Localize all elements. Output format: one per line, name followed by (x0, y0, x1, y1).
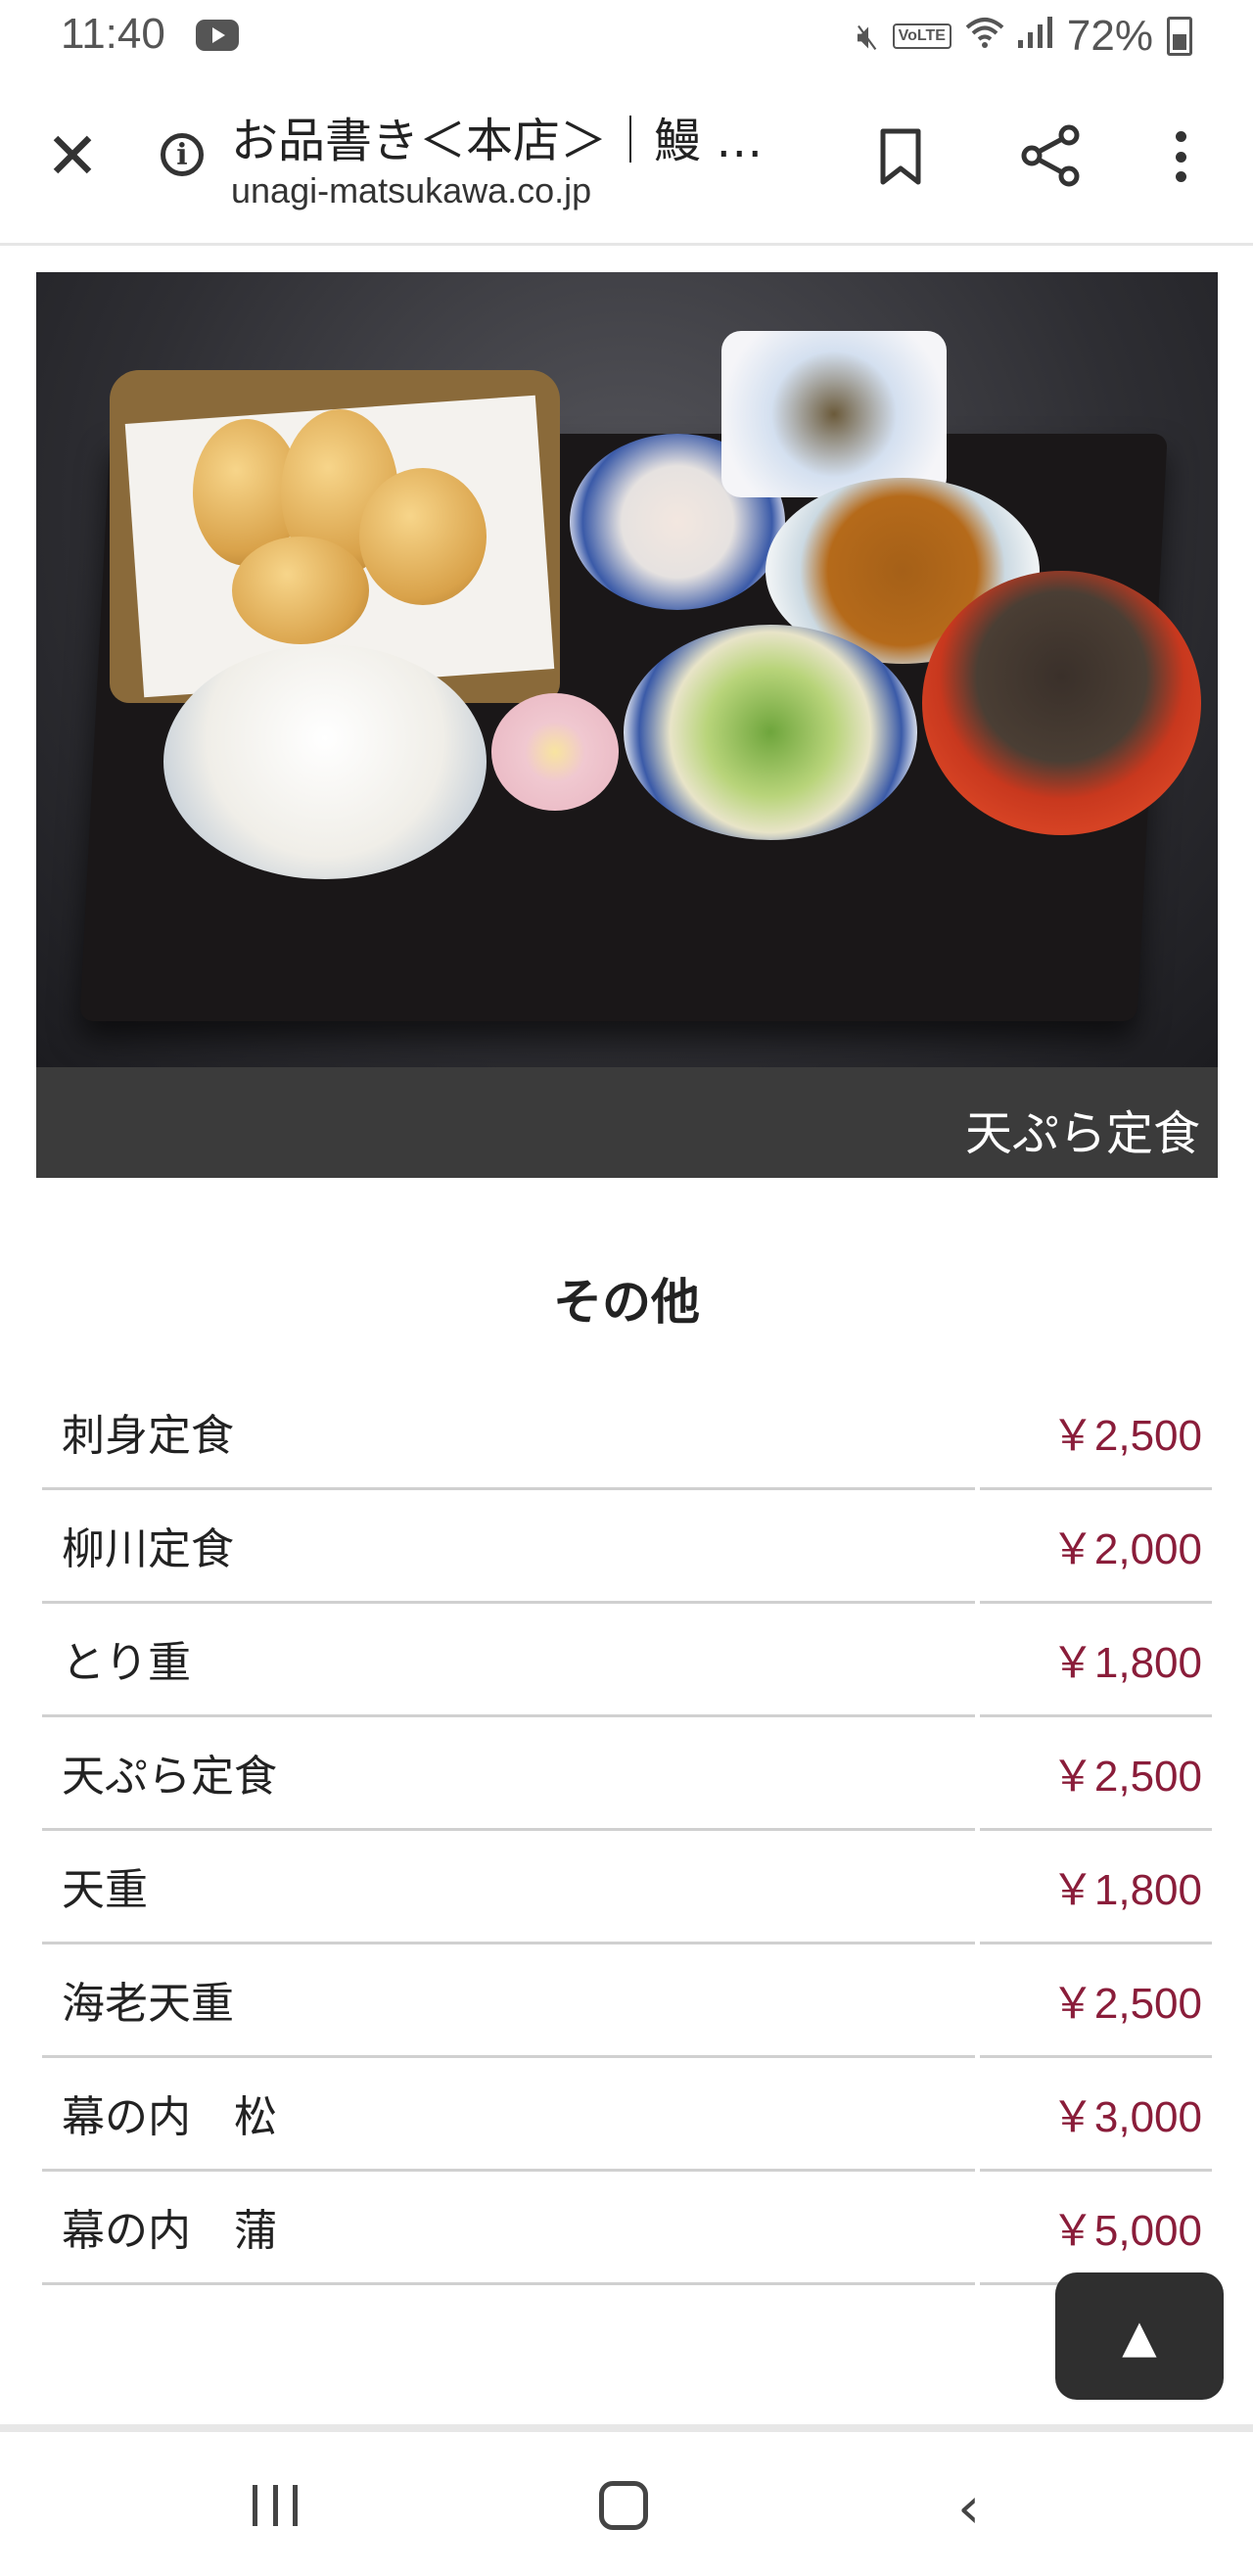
scroll-to-top-button[interactable]: ▲ (1055, 2272, 1224, 2400)
menu-item-price: ￥2,500 (1050, 1412, 1202, 1460)
battery-percent: 72% (1066, 12, 1153, 60)
table-row: 天重 ￥1,800 (42, 1831, 1212, 1944)
system-nav-bar: ‹ (0, 2432, 1253, 2576)
menu-table: 刺身定食 ￥2,500 柳川定食 ￥2,000 とり重 ￥1,800 天ぷら定食… (42, 1377, 1212, 2285)
image-caption-bar: 天ぷら定食 (36, 1067, 1218, 1178)
volte-icon: VoLTE (892, 23, 951, 49)
table-row: 刺身定食 ￥2,500 (42, 1377, 1212, 1490)
menu-item-price: ￥2,500 (1050, 1753, 1202, 1801)
table-row: 海老天重 ￥2,500 (42, 1944, 1212, 2058)
status-icons: 🔇︎ VoLTE 72% (857, 12, 1192, 61)
pink-dish (491, 693, 619, 811)
menu-item-price: ￥3,000 (1050, 2093, 1202, 2141)
status-bar: 11:40 🔇︎ VoLTE 72% (0, 0, 1253, 76)
wifi-icon (965, 16, 1004, 58)
menu-item-name: 天ぷら定食 (62, 1752, 277, 1802)
section-title: その他 (553, 1274, 700, 1331)
row-divider (42, 2282, 975, 2285)
menu-item-price: ￥1,800 (1050, 1866, 1202, 1914)
back-icon[interactable]: ‹ (957, 2479, 980, 2536)
menu-item-price: ￥2,000 (1050, 1525, 1202, 1573)
table-row: 幕の内 松 ￥3,000 (42, 2058, 1212, 2172)
rice-bowl (163, 644, 487, 879)
recents-icon[interactable] (253, 2485, 298, 2526)
nav-divider (0, 2424, 1253, 2432)
tempura (232, 537, 369, 644)
bookmark-icon[interactable] (877, 127, 924, 186)
table-row: 天ぷら定食 ￥2,500 (42, 1717, 1212, 1831)
menu-item-name: 幕の内 松 (62, 2092, 277, 2142)
menu-item-name: 刺身定食 (62, 1411, 234, 1461)
status-time: 11:40 (61, 10, 165, 58)
page-title[interactable]: お品書き＜本店＞｜鰻 … (231, 102, 799, 170)
table-row: 幕の内 蒲 ￥5,000 (42, 2172, 1212, 2285)
browser-toolbar: ✕ i お品書き＜本店＞｜鰻 … unagi-matsukawa.co.jp (0, 76, 1253, 246)
pickles-bowl (624, 625, 917, 840)
menu-item-name: とり重 (62, 1638, 191, 1688)
table-row: 柳川定食 ￥2,000 (42, 1490, 1212, 1604)
menu-item-price: ￥5,000 (1050, 2207, 1202, 2255)
menu-item-name: 幕の内 蒲 (62, 2206, 277, 2256)
more-vert-icon[interactable] (1161, 127, 1200, 186)
table-row: とり重 ￥1,800 (42, 1604, 1212, 1717)
mute-icon: 🔇︎ (856, 15, 879, 56)
tempura (359, 468, 487, 605)
menu-item-name: 天重 (62, 1865, 148, 1915)
menu-item-name: 柳川定食 (62, 1524, 234, 1574)
share-icon[interactable] (1018, 123, 1083, 188)
menu-item-price: ￥1,800 (1050, 1639, 1202, 1687)
home-icon[interactable] (599, 2481, 648, 2530)
page-url[interactable]: unagi-matsukawa.co.jp (231, 170, 591, 211)
signal-icon (1017, 16, 1053, 57)
side-dish (721, 331, 947, 497)
close-icon[interactable]: ✕ (41, 124, 104, 189)
miso-soup-bowl (922, 571, 1201, 835)
youtube-icon (196, 20, 239, 51)
hero-image: 天ぷら定食 (36, 272, 1218, 1178)
image-caption: 天ぷら定食 (964, 1106, 1200, 1161)
battery-icon (1167, 17, 1192, 56)
info-icon[interactable]: i (161, 133, 204, 176)
tempura-set-photo (36, 272, 1218, 1067)
menu-item-name: 海老天重 (62, 1979, 234, 2029)
menu-item-price: ￥2,500 (1050, 1980, 1202, 2028)
